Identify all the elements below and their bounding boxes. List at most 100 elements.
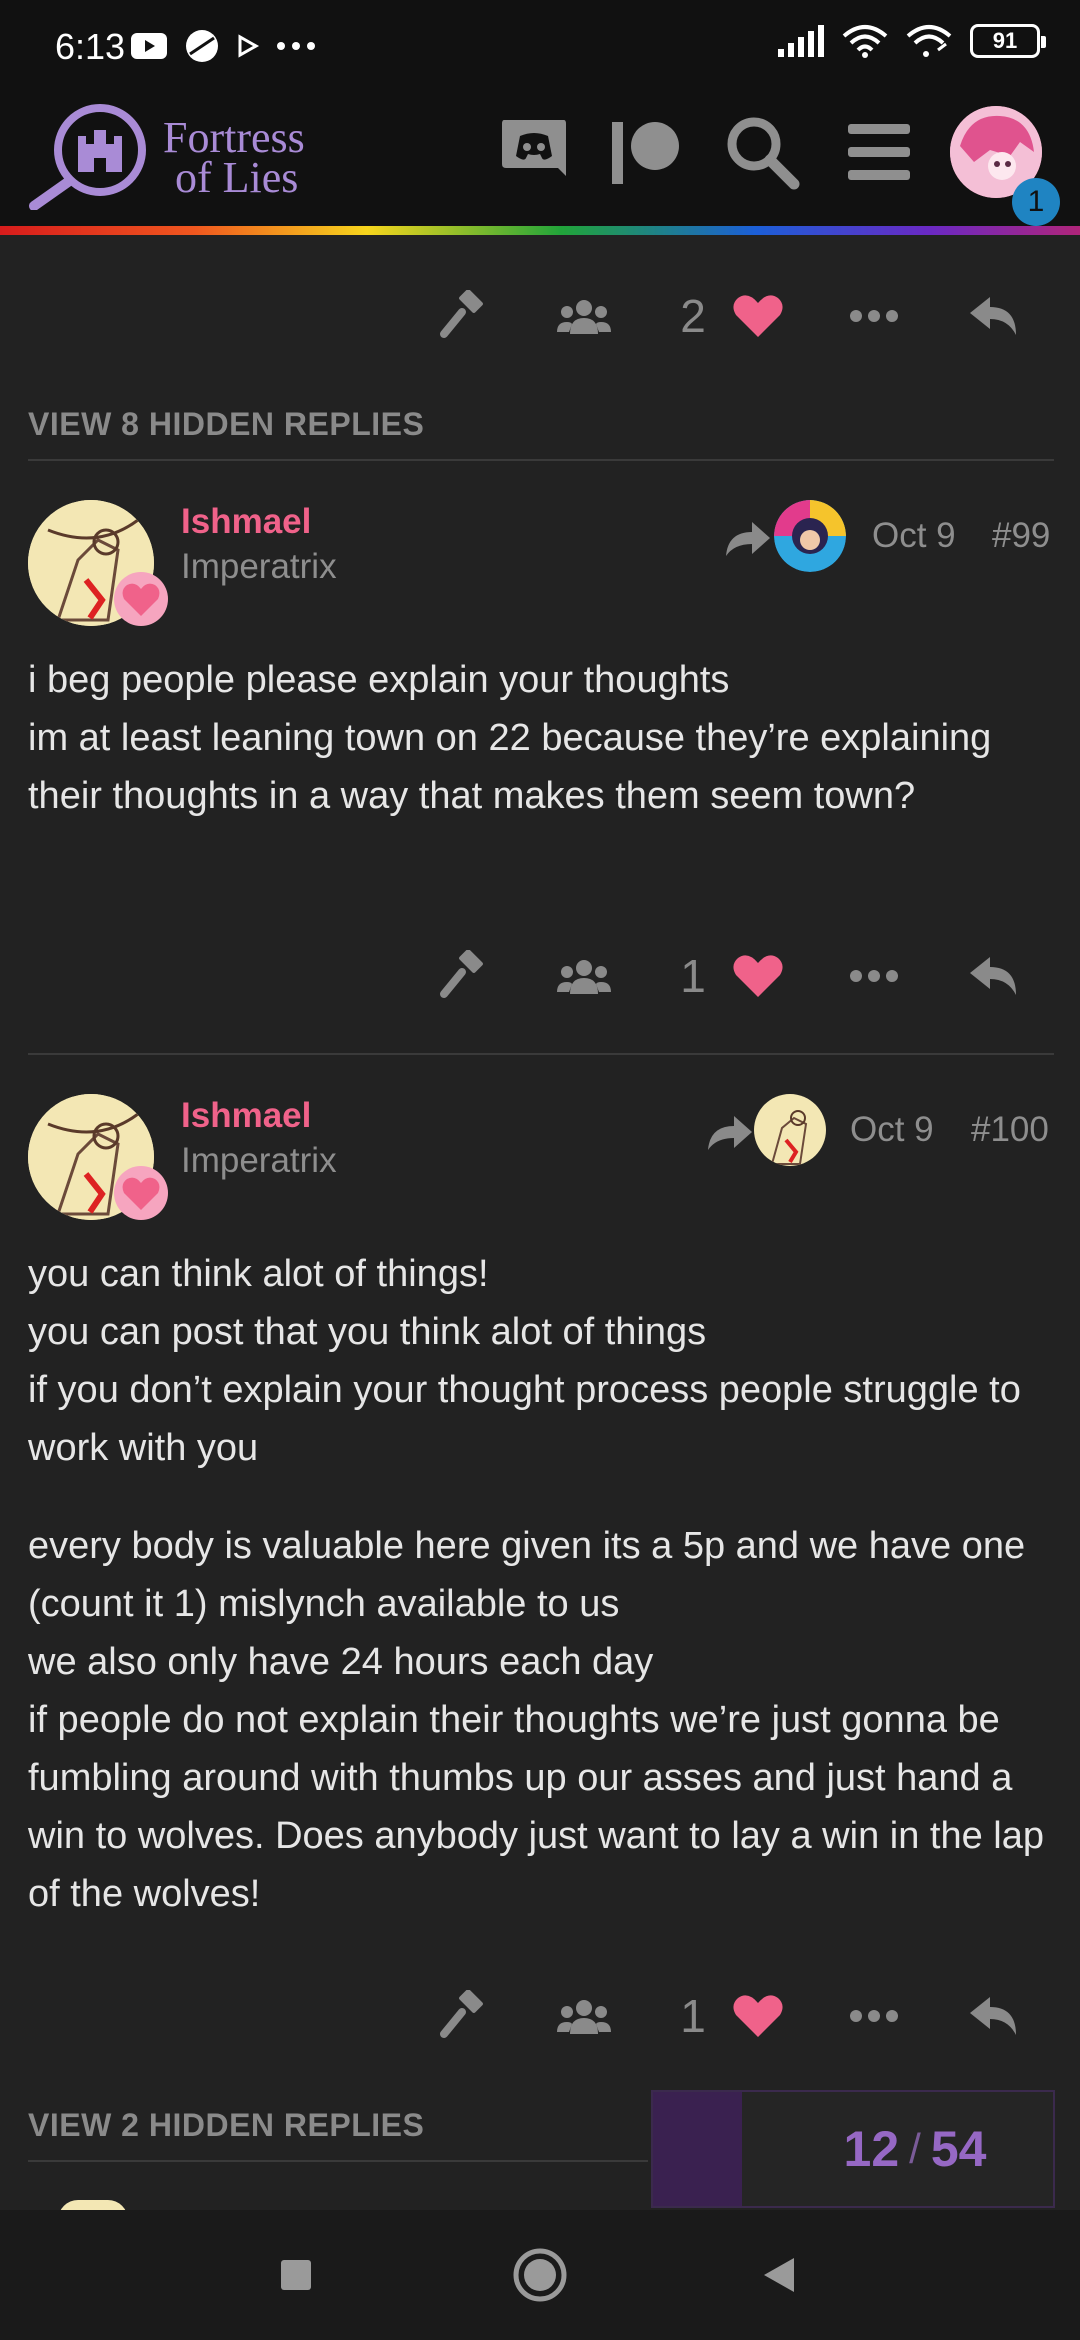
ellipsis-icon	[850, 970, 898, 982]
like-button[interactable]	[728, 936, 788, 1016]
who-liked-button[interactable]	[552, 276, 616, 356]
logo-text: Fortress of Lies	[163, 113, 305, 202]
post-actions-99: 1	[0, 936, 1080, 1016]
ellipsis-icon	[850, 2010, 898, 2022]
like-count[interactable]: 1	[670, 936, 716, 1016]
view-hidden-replies-top[interactable]: VIEW 8 HIDDEN REPLIES	[28, 406, 424, 443]
search-icon	[727, 117, 800, 190]
reply-icon	[970, 1997, 1016, 2035]
like-button[interactable]	[728, 1976, 788, 2056]
wifi-icon	[842, 25, 888, 58]
divider	[28, 459, 1054, 461]
system-nav-bar	[0, 2210, 1080, 2340]
heart-icon	[733, 1995, 783, 2037]
reply-avatar-image	[774, 500, 846, 572]
post-number[interactable]: #99	[992, 516, 1050, 556]
heart-icon	[733, 955, 783, 997]
reply-to-arrow-icon[interactable]	[706, 1112, 754, 1152]
post-actions-100: 1	[0, 1976, 1080, 2056]
reply-icon	[970, 297, 1016, 335]
vote-button[interactable]	[432, 276, 496, 356]
who-liked-button[interactable]	[552, 1976, 616, 2056]
heart-badge-icon	[114, 1166, 168, 1220]
heart-icon	[733, 295, 783, 337]
group-icon	[557, 300, 611, 334]
patreon-button[interactable]	[608, 114, 684, 190]
gavel-icon	[440, 290, 483, 338]
reply-button[interactable]	[962, 1976, 1026, 2056]
post-user-title: Imperatrix	[181, 547, 337, 586]
progress-text: 12 / 54	[773, 2092, 1057, 2206]
vote-button[interactable]	[432, 936, 496, 1016]
group-icon	[557, 2000, 611, 2034]
back-nav-icon	[764, 2258, 794, 2292]
more-dots-icon	[277, 42, 315, 50]
app-icon	[186, 30, 218, 62]
clock: 6:13	[55, 26, 126, 67]
patreon-icon	[612, 122, 679, 184]
back-button[interactable]	[749, 2244, 811, 2306]
magnifier-castle-icon	[29, 104, 146, 210]
post-body: i beg people please explain your thought…	[28, 651, 1058, 845]
ellipsis-icon	[850, 310, 898, 322]
more-button[interactable]	[844, 276, 904, 356]
youtube-icon	[131, 33, 167, 59]
play-icon	[238, 34, 260, 58]
site-logo[interactable]: Fortress of Lies	[28, 100, 318, 210]
logo-line-2: of Lies	[175, 153, 299, 202]
view-hidden-replies-bottom[interactable]: VIEW 2 HIDDEN REPLIES	[28, 2107, 424, 2144]
reply-to-arrow-icon[interactable]	[724, 518, 772, 558]
search-button[interactable]	[724, 114, 800, 190]
post-username[interactable]: Ishmael	[181, 502, 311, 542]
progress-separator: /	[909, 2125, 921, 2172]
circle-nav-icon	[513, 2248, 567, 2302]
like-count-text: 2	[680, 290, 706, 342]
discord-button[interactable]	[496, 114, 572, 190]
like-count[interactable]: 2	[670, 276, 716, 356]
site-header: Fortress of Lies 1	[0, 92, 1080, 228]
gavel-icon	[440, 950, 483, 998]
divider	[28, 1053, 1054, 1055]
square-nav-icon	[281, 2260, 311, 2290]
reply-button[interactable]	[962, 936, 1026, 1016]
signal-icon	[778, 25, 824, 57]
like-button[interactable]	[728, 276, 788, 356]
progress-fill	[653, 2092, 742, 2206]
post-paragraph: i beg people please explain your thought…	[28, 659, 992, 817]
more-button[interactable]	[844, 1976, 904, 2056]
more-button[interactable]	[844, 936, 904, 1016]
like-count[interactable]: 1	[670, 1976, 716, 2056]
divider	[28, 2160, 648, 2162]
post-paragraph: every body is valuable here given its a …	[28, 1525, 1044, 1915]
reply-to-avatar[interactable]	[754, 1094, 826, 1166]
menu-button[interactable]	[840, 114, 916, 190]
vote-button[interactable]	[432, 1976, 496, 2056]
heart-badge-icon	[114, 572, 168, 626]
post-body: you can think alot of things! you can po…	[28, 1245, 1058, 1943]
rainbow-divider	[0, 226, 1080, 235]
post-user-title: Imperatrix	[181, 1141, 337, 1180]
progress-total: 54	[930, 2121, 987, 2177]
post-date[interactable]: Oct 9	[872, 516, 956, 556]
recents-button[interactable]	[265, 2244, 327, 2306]
like-count-text: 1	[680, 950, 706, 1002]
gavel-icon	[440, 1990, 483, 2038]
logo-line-1: Fortress	[163, 113, 305, 162]
post-username[interactable]: Ishmael	[181, 1096, 311, 1136]
post-number[interactable]: #100	[971, 1110, 1049, 1150]
who-liked-button[interactable]	[552, 936, 616, 1016]
like-count-text: 1	[680, 1990, 706, 2042]
reply-to-avatar[interactable]	[774, 500, 846, 572]
reply-avatar-image	[754, 1094, 826, 1166]
home-button[interactable]	[509, 2244, 571, 2306]
reply-icon	[970, 957, 1016, 995]
post-actions-previous: 2	[0, 276, 1080, 356]
topic-progress[interactable]: 12 / 54	[651, 2090, 1055, 2208]
battery-indicator: 91	[970, 24, 1046, 58]
post-date[interactable]: Oct 9	[850, 1110, 934, 1150]
notification-badge[interactable]: 1	[1012, 178, 1060, 226]
post-paragraph: you can think alot of things! you can po…	[28, 1253, 1021, 1469]
battery-level: 91	[992, 28, 1018, 53]
discord-icon	[502, 120, 566, 176]
reply-button[interactable]	[962, 276, 1026, 356]
